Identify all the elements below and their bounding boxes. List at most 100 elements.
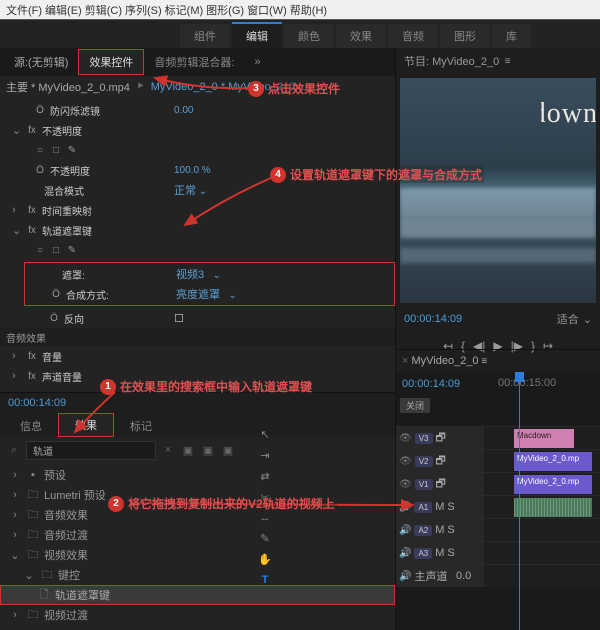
crumb-main: 主要 * MyVideo_2_0.mp4 — [6, 79, 130, 95]
fx-badge-icon[interactable]: ▣ — [220, 442, 236, 458]
stopwatch-icon[interactable]: Ö — [34, 105, 46, 116]
checkbox-reverse[interactable]: ☐ — [174, 313, 184, 325]
menu-graphic[interactable]: 图形(G) — [206, 2, 244, 17]
timeline-tc: 00:00:14:09 — [402, 378, 460, 390]
track-v3[interactable]: 👁V3🗗 Macdown — [396, 426, 600, 449]
effects-tree: ›▪预设 ›🗀Lumetri 预设 ›🗀音频效果 ›🗀音频过渡 ⌄🗀视频效果 ⌄… — [0, 463, 395, 630]
matte-settings-highlight: 遮罩:视频3 ⌄ Ö合成方式:亮度遮罩 ⌄ — [24, 262, 395, 306]
section-audio-fx: 音频效果 — [0, 328, 395, 346]
effect-tc: 00:00:14:09 — [8, 397, 66, 409]
menu-seq[interactable]: 序列(S) — [125, 2, 162, 17]
viewer-overlay-text: Macdown — [541, 98, 596, 134]
search-icon: ⌕ — [6, 442, 22, 458]
track-master[interactable]: 🔊主声道 0.0 — [396, 564, 600, 587]
fx-track-matte: 轨道遮罩键 — [42, 223, 92, 238]
transport-bar: 00:00:14:09适合 ⌄ ↤ { ◀| ▶ |▶ } ↦ — [396, 307, 600, 349]
stopwatch-icon[interactable]: Ö — [50, 289, 62, 300]
tab-info[interactable]: 信息 — [4, 415, 58, 437]
program-tc: 00:00:14:09 — [404, 313, 462, 325]
type-tool-icon[interactable]: T — [262, 574, 269, 586]
timeline-title: MyVideo_2_0 — [411, 355, 478, 367]
fx-opacity: 不透明度 — [42, 123, 82, 138]
tab-source[interactable]: 源:(无剪辑) — [4, 50, 78, 74]
fx-time-remap: 时间重映射 — [42, 203, 92, 218]
fx-badge-icon[interactable]: ▣ — [200, 442, 216, 458]
slip-tool-icon[interactable]: ↔ — [260, 512, 271, 524]
effects-search-input[interactable] — [26, 441, 156, 460]
time-ruler[interactable]: 00:00:15:0000:00:30:00 — [488, 372, 600, 394]
timeline-panel: × MyVideo_2_0 ≡ 00:00:14:09 关闭 00:00:15:… — [396, 349, 600, 630]
folder-video-fx[interactable]: ⌄🗀视频效果 — [0, 545, 395, 565]
folder-presets[interactable]: ›▪预设 — [0, 465, 395, 485]
fit-dropdown[interactable]: 适合 — [557, 311, 579, 327]
ellipse-icon[interactable]: ○ — [34, 145, 46, 156]
prop-blend: 混合模式 — [44, 183, 84, 198]
effect-icon: 🗋 — [37, 586, 51, 605]
annotation-2: 2将它拖拽到复制出来的V2轨道的视频上 — [108, 495, 337, 512]
menu-clip[interactable]: 剪辑(C) — [85, 2, 122, 17]
tab-audio[interactable]: 音频 — [388, 24, 438, 48]
folder-audio-tr[interactable]: ›🗀音频过渡 — [0, 525, 395, 545]
tab-assembly[interactable]: 组件 — [180, 24, 230, 48]
clip-a1[interactable] — [514, 498, 592, 517]
fx-badge-icon[interactable]: ▣ — [180, 442, 196, 458]
hand-tool-icon[interactable]: ✋ — [258, 553, 272, 566]
menu-edit[interactable]: 编辑(E) — [45, 2, 82, 17]
selection-tool-icon[interactable]: ↖ — [260, 428, 269, 441]
chevron-down-icon[interactable]: ⌄ — [12, 124, 22, 137]
playhead[interactable] — [519, 372, 520, 630]
track-v1[interactable]: 👁V1🗗 MyVideo_2_0.mp — [396, 472, 600, 495]
source-panel-tabs: 源:(无剪辑) 效果控件 音频剪辑混合器: » — [0, 48, 395, 76]
folder-video-tr[interactable]: ›🗀视频过渡 — [0, 605, 395, 625]
track-select-tool-icon[interactable]: ⇥ — [260, 449, 269, 462]
rect-icon[interactable]: □ — [50, 145, 62, 156]
program-header: 节目: MyVideo_2_0 ≡ — [396, 48, 600, 74]
effects-panel-tabs: 信息 效果 标记 — [0, 413, 395, 437]
tab-graphics[interactable]: 图形 — [440, 24, 490, 48]
clip-v2[interactable]: MyVideo_2_0.mp — [514, 452, 592, 471]
tab-effect-controls[interactable]: 效果控件 — [78, 49, 144, 75]
tab-audio-mixer[interactable]: 音频剪辑混合器: — [144, 50, 244, 74]
pen-tool-icon[interactable]: ✎ — [260, 532, 269, 545]
clip-v3[interactable]: Macdown — [514, 429, 574, 448]
tab-color[interactable]: 颜色 — [284, 24, 334, 48]
clip-v1[interactable]: MyVideo_2_0.mp — [514, 475, 592, 494]
prop-opacity: 不透明度 — [50, 163, 90, 178]
track-a1[interactable]: 🔊A1MS — [396, 495, 600, 518]
panel-more-icon[interactable]: » — [244, 52, 270, 72]
folder-keying[interactable]: ⌄🗀键控 — [0, 565, 395, 585]
workspace-tabs: 组件 编辑 颜色 效果 音频 图形 库 — [0, 20, 600, 48]
effect-track-matte-key[interactable]: 🗋轨道遮罩键 — [0, 585, 395, 605]
clear-icon[interactable]: × — [160, 442, 176, 458]
folder-icon: 🗀 — [26, 486, 40, 505]
menu-file[interactable]: 文件(F) — [6, 2, 42, 17]
stopwatch-icon[interactable]: Ö — [34, 165, 46, 176]
pen-icon[interactable]: ✎ — [66, 145, 78, 156]
close-badge[interactable]: 关闭 — [400, 398, 430, 413]
tab-library[interactable]: 库 — [492, 24, 531, 48]
tab-markers[interactable]: 标记 — [114, 415, 168, 437]
menu-mark[interactable]: 标记(M) — [165, 2, 204, 17]
fx-volume: 音量 — [42, 349, 62, 364]
composite-dropdown[interactable]: 亮度遮罩 ⌄ — [176, 286, 389, 302]
track-a3[interactable]: 🔊A3MS — [396, 541, 600, 564]
menu-window[interactable]: 窗口(W) — [247, 2, 287, 17]
program-monitor[interactable]: Macdown — [400, 78, 596, 303]
tab-effects[interactable]: 效果 — [336, 24, 386, 48]
menu-bar[interactable]: 文件(F) 编辑(E) 剪辑(C) 序列(S) 标记(M) 图形(G) 窗口(W… — [0, 0, 600, 20]
track-a2[interactable]: 🔊A2MS — [396, 518, 600, 541]
menu-help[interactable]: 帮助(H) — [290, 2, 327, 17]
annotation-1: 1在效果里的搜索框中输入轨道遮罩键 — [100, 378, 314, 395]
track-v2[interactable]: 👁V2🗗 MyVideo_2_0.mp — [396, 449, 600, 472]
matte-dropdown[interactable]: 视频3 ⌄ — [176, 266, 389, 282]
annotation-4: 4设置轨道遮罩键下的遮罩与合成方式 — [270, 166, 484, 183]
tab-editing[interactable]: 编辑 — [232, 22, 282, 48]
fx-ch-volume: 声道音量 — [42, 369, 82, 384]
stopwatch-icon[interactable]: Ö — [48, 313, 60, 324]
chevron-down-icon[interactable]: ⌄ — [12, 224, 22, 237]
prop-reverse: 反向 — [64, 311, 84, 326]
val-anti-flicker[interactable]: 0.00 — [174, 105, 391, 116]
tab-effects-lib[interactable]: 效果 — [58, 413, 114, 437]
val-blend[interactable]: 正常 ⌄ — [174, 182, 391, 198]
ripple-tool-icon[interactable]: ⇄ — [260, 470, 269, 483]
